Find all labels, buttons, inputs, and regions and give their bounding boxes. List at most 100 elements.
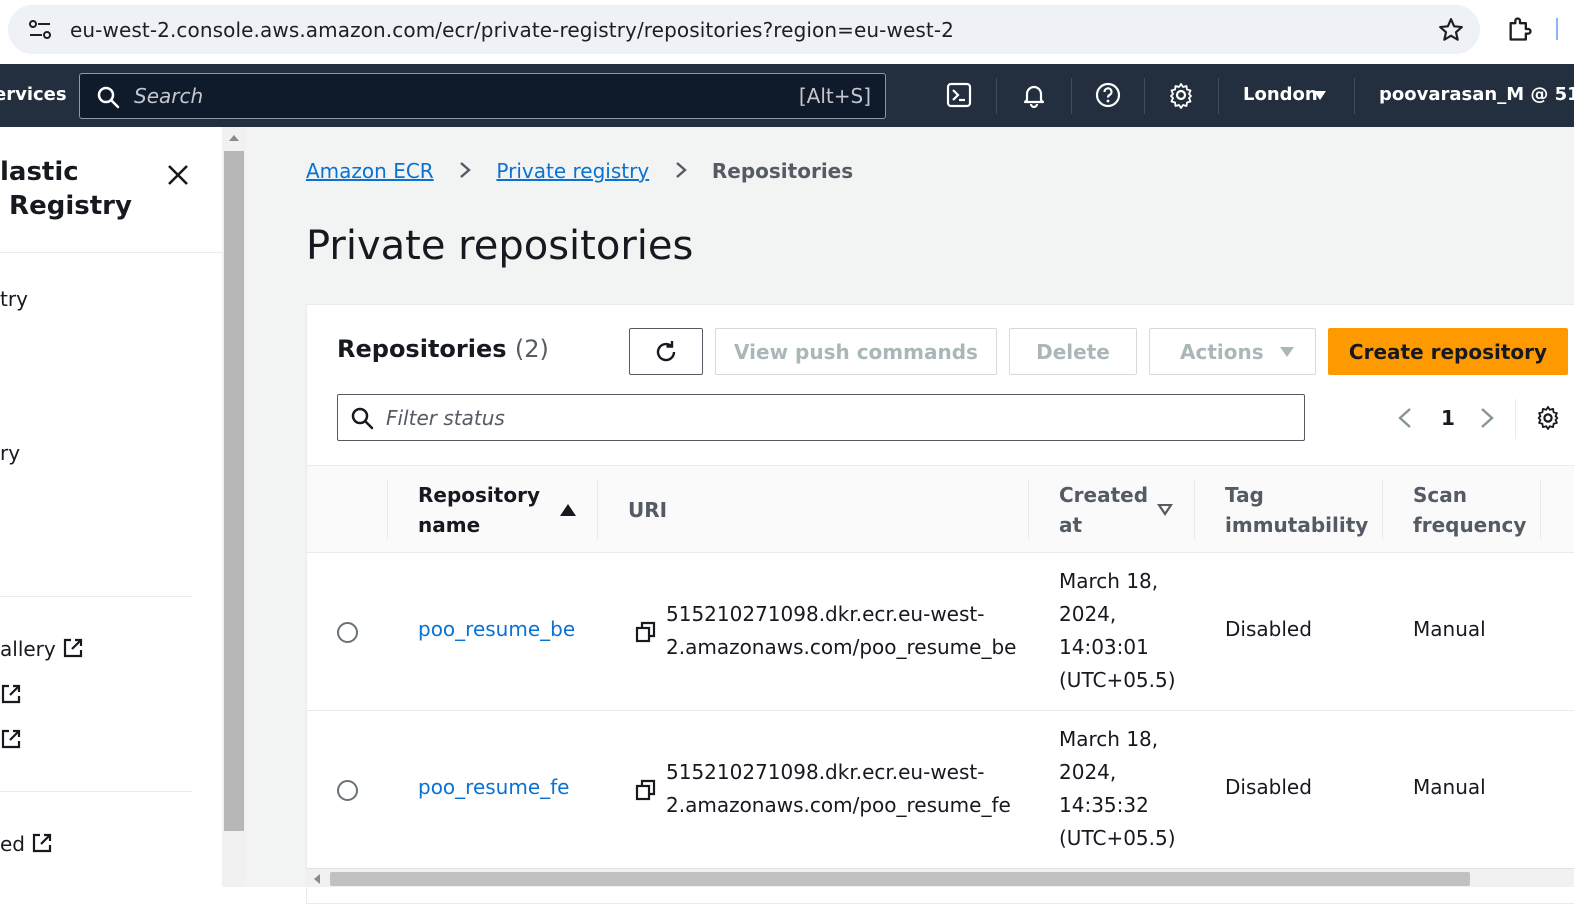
side-divider [0, 252, 222, 253]
column-header-label: Tag [1225, 483, 1264, 507]
copy-icon[interactable] [635, 620, 657, 644]
table-row[interactable]: poo_resume_fe 515210271098.dkr.ecr.eu-we… [307, 711, 1574, 869]
close-icon[interactable] [164, 161, 192, 189]
repository-name-link[interactable]: poo_resume_fe [418, 775, 569, 799]
column-header-label: Repository [418, 483, 540, 507]
column-header-tag-immutability[interactable]: Tag immutability [1225, 480, 1368, 540]
repository-uri: 515210271098.dkr.ecr.eu-west- 2.amazonaw… [666, 756, 1011, 822]
caret-down-icon [1279, 346, 1294, 357]
bookmark-star-icon[interactable] [1438, 17, 1464, 43]
uri-line: 515210271098.dkr.ecr.eu-west- [666, 602, 985, 626]
sidebar-item-external-2[interactable] [0, 728, 22, 752]
address-bar[interactable]: eu-west-2.console.aws.amazon.com/ecr/pri… [8, 5, 1480, 54]
aws-top-nav: ervices Search [Alt+S] London poovarasan… [0, 64, 1574, 127]
breadcrumb-private-registry[interactable]: Private registry [496, 159, 649, 183]
services-menu[interactable]: ervices [0, 84, 67, 105]
sidebar-item-gallery-registry[interactable]: ry [0, 441, 20, 465]
bell-icon[interactable] [1020, 81, 1048, 109]
create-repository-button[interactable]: Create repository [1328, 328, 1568, 375]
site-info-icon[interactable] [28, 19, 52, 41]
sidebar-item-registry[interactable]: try [0, 287, 28, 311]
search-input[interactable]: Search [Alt+S] [79, 73, 886, 119]
column-header-label: at [1059, 513, 1083, 537]
filter-input[interactable]: Filter status [337, 394, 1305, 441]
column-divider [1382, 480, 1383, 540]
copy-icon[interactable] [635, 778, 657, 802]
caret-down-icon[interactable] [1314, 91, 1326, 100]
side-nav-scrollbar[interactable] [222, 127, 246, 887]
search-shortcut: [Alt+S] [798, 84, 871, 108]
filter-placeholder: Filter status [386, 406, 505, 430]
scrollbar-thumb[interactable] [330, 872, 1470, 886]
refresh-button[interactable] [629, 328, 703, 375]
extensions-puzzle-icon[interactable] [1506, 15, 1534, 43]
chevron-right-icon[interactable] [1479, 406, 1495, 430]
sidebar-item-public-gallery[interactable]: allery [0, 637, 84, 661]
breadcrumb: Amazon ECR Private registry Repositories [306, 159, 853, 183]
column-header-uri[interactable]: URI [628, 495, 667, 525]
scrollbar-thumb[interactable] [224, 151, 244, 831]
nav-divider [1218, 78, 1219, 114]
scroll-left-arrow-icon[interactable] [314, 874, 320, 884]
created-line: 2024, [1059, 760, 1117, 784]
sidebar-item-label: allery [0, 637, 56, 661]
horizontal-scrollbar[interactable] [306, 868, 1574, 887]
repositories-table-container: Repositories (2) View push commands Dele… [306, 304, 1574, 904]
repository-uri: 515210271098.dkr.ecr.eu-west- 2.amazonaw… [666, 598, 1016, 664]
breadcrumb-current: Repositories [711, 159, 854, 183]
column-header-label: immutability [1225, 513, 1369, 537]
created-at: March 18, 2024, 14:03:01 (UTC+05.5) [1059, 565, 1176, 697]
external-link-icon [63, 638, 82, 658]
column-header-created-at[interactable]: Created at [1059, 480, 1148, 540]
column-header-label: Created [1059, 483, 1149, 507]
created-line: March 18, [1059, 569, 1159, 593]
table-row[interactable]: poo_resume_be 515210271098.dkr.ecr.eu-we… [307, 553, 1574, 711]
column-header-scan-frequency[interactable]: Scan frequency [1413, 480, 1526, 540]
column-divider [1194, 480, 1195, 540]
help-icon[interactable] [1094, 81, 1122, 109]
account-menu[interactable]: poovarasan_M @ 5152 [1379, 84, 1574, 105]
sidebar-item-external-1[interactable] [0, 683, 22, 707]
created-line: (UTC+05.5) [1059, 668, 1176, 692]
side-divider [0, 596, 192, 597]
row-select-radio[interactable] [337, 780, 358, 801]
search-icon [351, 407, 374, 430]
sort-descending-icon[interactable] [1157, 504, 1173, 516]
refresh-icon [656, 340, 676, 361]
repositories-heading-text: Repositories [337, 335, 507, 363]
breadcrumb-amazon-ecr[interactable]: Amazon ECR [306, 159, 434, 183]
region-selector[interactable]: London [1243, 84, 1318, 105]
repositories-heading: Repositories (2) [337, 335, 549, 363]
side-divider [0, 791, 192, 792]
cloudshell-icon[interactable] [945, 81, 973, 109]
scan-frequency: Manual [1413, 617, 1486, 641]
created-line: 2024, [1059, 602, 1117, 626]
pagination-current-page[interactable]: 1 [1441, 406, 1455, 430]
search-icon [97, 86, 120, 109]
created-line: 14:03:01 [1059, 635, 1149, 659]
row-select-radio[interactable] [337, 622, 358, 643]
view-push-commands-button[interactable]: View push commands [715, 328, 997, 375]
external-link-icon [1, 684, 21, 704]
sidebar-item-get-started[interactable]: ed [0, 832, 53, 856]
main-content: Amazon ECR Private registry Repositories… [246, 127, 1574, 904]
sidebar-item-label: ed [0, 832, 25, 856]
column-divider [1028, 480, 1029, 540]
repositories-count: (2) [514, 335, 549, 363]
nav-divider [1144, 78, 1145, 114]
scan-frequency: Manual [1413, 775, 1486, 799]
delete-button[interactable]: Delete [1009, 328, 1137, 375]
side-navigation: lastic Registry try ry allery ed [0, 127, 222, 887]
url-text[interactable]: eu-west-2.console.aws.amazon.com/ecr/pri… [70, 18, 954, 42]
sort-ascending-icon[interactable] [560, 504, 576, 516]
settings-icon[interactable] [1167, 81, 1195, 109]
repository-name-link[interactable]: poo_resume_be [418, 617, 575, 641]
nav-divider [1071, 78, 1072, 114]
gear-icon[interactable] [1535, 405, 1561, 431]
page-title: Private repositories [306, 223, 694, 269]
scroll-up-arrow-icon[interactable] [229, 135, 239, 141]
actions-dropdown[interactable]: Actions [1149, 328, 1316, 375]
column-header-label: frequency [1413, 513, 1527, 537]
chevron-left-icon[interactable] [1397, 406, 1413, 430]
column-header-repository-name[interactable]: Repository name [418, 480, 540, 540]
